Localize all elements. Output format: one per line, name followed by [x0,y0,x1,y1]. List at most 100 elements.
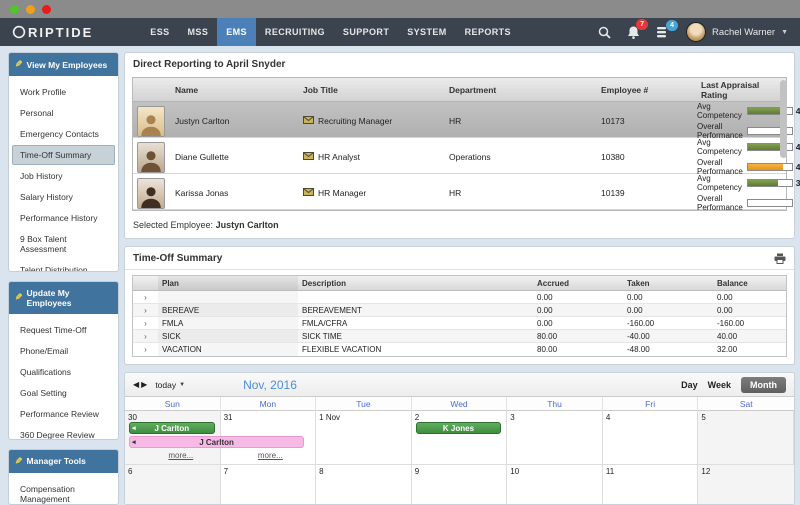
calendar-day-cell[interactable]: 2 [412,411,508,465]
sidebar-item-goal-setting[interactable]: Goal Setting [12,383,115,403]
sidebar-item-request-time-off[interactable]: Request Time-Off [12,320,115,340]
table-scrollbar[interactable] [780,80,787,200]
expand-arrow-icon[interactable]: › [133,319,158,328]
calendar-more-link-sun[interactable]: more... [168,451,193,460]
nav-item-reports[interactable]: REPORTS [456,18,520,46]
selected-employee-name: Justyn Carlton [216,220,279,230]
nav-menu: ESS MSS EMS RECRUITING SUPPORT SYSTEM RE… [141,18,520,46]
calendar-more-link-mon[interactable]: more... [258,451,283,460]
sidebar-section-header[interactable]: ✎ View My Employees [9,53,118,76]
mail-icon[interactable] [303,116,314,126]
nav-item-ess[interactable]: ESS [141,18,178,46]
col-name[interactable]: Name [171,85,299,95]
calendar-day-cell[interactable]: 4 [603,411,699,465]
calendar-day-cell[interactable]: 3 [507,411,603,465]
calendar-event-k-jones[interactable]: K Jones [416,422,502,434]
pencil-icon: ✎ [15,292,23,303]
sidebar-section-view-my-employees: ✎ View My Employees Work Profile Persona… [8,52,119,272]
calendar-day-cell[interactable]: 6 [125,465,221,505]
employee-number: 10380 [597,152,697,162]
tasks-icon[interactable]: 4 [656,26,670,39]
sidebar-section-manager-tools: ✎ Manager Tools Compensation Management [8,449,119,505]
sidebar-item-work-profile[interactable]: Work Profile [12,82,115,102]
calendar-day-cell[interactable]: 10 [507,465,603,505]
calendar-day-cell[interactable]: 9 [412,465,508,505]
col-plan[interactable]: Plan [158,276,298,290]
nav-item-support[interactable]: SUPPORT [334,18,398,46]
notifications-badge: 7 [636,19,648,30]
mail-icon[interactable] [303,152,314,162]
expand-arrow-icon[interactable]: › [133,293,158,302]
calendar-view-day[interactable]: Day [681,380,698,390]
selected-employee-line: Selected Employee: Justyn Carlton [125,211,794,238]
expand-arrow-icon[interactable]: › [133,306,158,315]
col-accrued[interactable]: Accrued [533,279,623,288]
sidebar-item-9-box-talent-assessment[interactable]: 9 Box Talent Assessment [12,229,115,259]
calendar-event-j-carlton-pink[interactable]: ◂J Carlton [129,436,304,448]
col-job-title[interactable]: Job Title [299,85,445,95]
sidebar-item-job-history[interactable]: Job History [12,166,115,186]
calendar-week-2: 6 7 8 9 10 11 12 [125,465,794,505]
employee-row-justyn-carlton[interactable]: Justyn Carlton Recruiting Manager HR 101… [133,102,786,138]
event-continues-arrow: ◂ [132,438,136,446]
sidebar-item-talent-distribution-curve[interactable]: Talent Distribution Curve [12,260,115,272]
sidebar-item-emergency-contacts[interactable]: Emergency Contacts [12,124,115,144]
expand-arrow-icon[interactable]: › [133,332,158,341]
sidebar-item-performance-history[interactable]: Performance History [12,208,115,228]
search-icon[interactable] [598,26,611,39]
calendar-day-cell[interactable]: 1 Nov [316,411,412,465]
col-taken[interactable]: Taken [623,279,713,288]
col-last-appraisal-rating[interactable]: Last Appraisal Rating [697,80,786,100]
sidebar-item-salary-history[interactable]: Salary History [12,187,115,207]
col-employee-number[interactable]: Employee # [597,85,697,95]
sidebar-item-360-degree-review[interactable]: 360 Degree Review [12,425,115,440]
time-off-row-fmla[interactable]: › FMLA FMLA/CFRA 0.00 -160.00 -160.00 [133,317,786,330]
sidebar-section-header[interactable]: ✎ Manager Tools [9,450,118,473]
employee-photo [137,142,165,173]
calendar-day-cell[interactable]: 8 [316,465,412,505]
sidebar-item-time-off-summary[interactable]: Time-Off Summary [12,145,115,165]
time-off-table-header: Plan Description Accrued Taken Balance [133,276,786,291]
window-maximize-button[interactable] [26,5,35,14]
calendar-day-cell[interactable]: 5 [698,411,794,465]
sidebar-item-personal[interactable]: Personal [12,103,115,123]
time-off-row-bereave[interactable]: › BEREAVE BEREAVEMENT 0.00 0.00 0.00 [133,304,786,317]
calendar-today-button[interactable]: today ▼ [155,380,185,390]
calendar-event-j-carlton-green[interactable]: ◂J Carlton [129,422,215,434]
calendar-toolbar: ◀▶ today ▼ Nov, 2016 Day Week Month [125,373,794,397]
nav-item-recruiting[interactable]: RECRUITING [256,18,334,46]
col-department[interactable]: Department [445,85,597,95]
calendar-view-month[interactable]: Month [741,377,786,393]
nav-item-ems[interactable]: EMS [217,18,256,46]
nav-item-mss[interactable]: MSS [179,18,218,46]
time-off-summary-panel: Time-Off Summary Plan Description Accrue… [124,246,795,365]
time-off-row-sick[interactable]: › SICK SICK TIME 80.00 -40.00 40.00 [133,330,786,343]
col-balance[interactable]: Balance [713,279,786,288]
calendar-view-week[interactable]: Week [708,380,731,390]
notifications-bell-icon[interactable]: 7 [627,25,640,39]
printer-icon[interactable] [774,253,794,264]
calendar-day-cell[interactable]: 12 [698,465,794,505]
sidebar-item-performance-review[interactable]: Performance Review [12,404,115,424]
brand-logo[interactable]: RIPTIDE [12,25,93,40]
calendar-day-cell[interactable]: 11 [603,465,699,505]
calendar-day-cell[interactable]: 7 [221,465,317,505]
employee-row-karissa-jonas[interactable]: Karissa Jonas HR Manager HR 10139 Avg Co… [133,174,786,210]
window-close-button[interactable] [42,5,51,14]
sidebar-item-compensation-management[interactable]: Compensation Management [12,479,115,505]
calendar-prev-next-arrows[interactable]: ◀▶ [133,380,149,389]
expand-arrow-icon[interactable]: › [133,345,158,354]
col-description[interactable]: Description [298,279,533,288]
window-minimize-button[interactable] [10,5,19,14]
nav-item-system[interactable]: SYSTEM [398,18,455,46]
calendar-panel: ◀▶ today ▼ Nov, 2016 Day Week Month Sun … [124,372,795,505]
user-menu[interactable]: Rachel Warner ▼ [686,22,788,42]
sidebar-section-header[interactable]: ✎ Update My Employees [9,282,118,314]
mail-icon[interactable] [303,188,314,198]
sidebar-item-qualifications[interactable]: Qualifications [12,362,115,382]
time-off-row[interactable]: › 0.00 0.00 0.00 [133,291,786,304]
sidebar-item-phone-email[interactable]: Phone/Email [12,341,115,361]
time-off-row-vacation[interactable]: › VACATION FLEXIBLE VACATION 80.00 -48.0… [133,343,786,356]
employee-row-diane-gullette[interactable]: Diane Gullette HR Analyst Operations 103… [133,138,786,174]
employee-department: Operations [445,152,597,162]
